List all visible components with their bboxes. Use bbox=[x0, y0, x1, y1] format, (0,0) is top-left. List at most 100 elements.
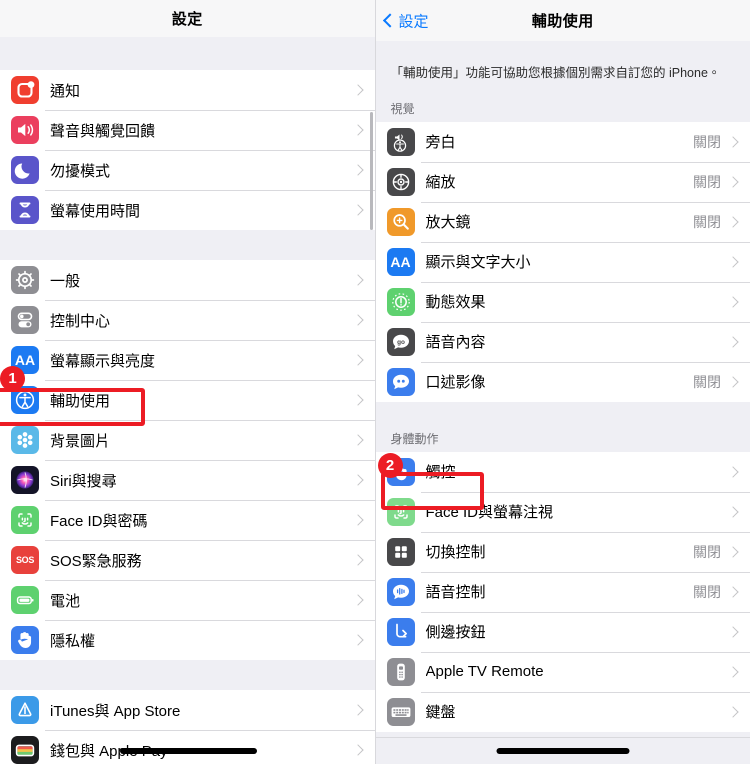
sidebar-item-battery[interactable]: 電池 bbox=[0, 580, 375, 620]
chevron-right-icon bbox=[351, 394, 364, 406]
display-text-size-icon: AA bbox=[386, 247, 415, 276]
wallpaper-icon bbox=[11, 426, 39, 454]
face-id-attention-icon bbox=[386, 497, 415, 526]
sidebar-item-label: 輔助使用 bbox=[50, 392, 111, 410]
sidebar-item-label: 背景圖片 bbox=[50, 432, 111, 450]
sidebar-item-do-not-disturb[interactable]: 勿擾模式 bbox=[0, 150, 375, 190]
list-item-label: 語音內容 bbox=[425, 334, 486, 352]
sidebar-item-privacy[interactable]: 隱私權 bbox=[0, 620, 375, 660]
group-separator bbox=[0, 230, 375, 260]
list-item-voice-control[interactable]: 語音控制 關閉 bbox=[375, 571, 750, 612]
chevron-right-icon bbox=[727, 546, 739, 558]
accessibility-description: 「輔助使用」功能可協助您根據個別需求自訂您的 iPhone。 bbox=[375, 41, 750, 94]
list-item-audio-descriptions[interactable]: 口述影像 關閉 bbox=[375, 361, 750, 402]
chevron-right-icon bbox=[727, 296, 739, 308]
list-item-side-button[interactable]: 側邊按鈕 bbox=[375, 611, 750, 652]
chevron-right-icon bbox=[351, 204, 364, 216]
magnifier-icon bbox=[386, 207, 415, 236]
settings-screen: 設定 通知 聲音與觸覺回饋 勿擾模式 螢幕使用時間 一般 控制中心 AA 螢幕顯… bbox=[0, 0, 376, 764]
sidebar-item-control-center[interactable]: 控制中心 bbox=[0, 300, 375, 340]
list-item-display-text-size[interactable]: AA 顯示與文字大小 bbox=[375, 241, 750, 282]
list-item-value: 關閉 bbox=[693, 173, 721, 190]
spoken-content-icon: go bbox=[386, 327, 415, 356]
list-item-label: 顯示與文字大小 bbox=[425, 254, 531, 272]
scroll-indicator[interactable] bbox=[370, 112, 373, 230]
list-item-motion[interactable]: 動態效果 bbox=[375, 281, 750, 322]
list-item-magnifier[interactable]: 放大鏡 關閉 bbox=[375, 201, 750, 242]
voice-control-icon bbox=[386, 577, 415, 606]
list-item-apple-tv-remote[interactable]: Apple TV Remote bbox=[375, 651, 750, 692]
list-item-label: 縮放 bbox=[425, 174, 456, 192]
chevron-right-icon bbox=[351, 744, 364, 756]
list-item-value: 關閉 bbox=[693, 373, 721, 390]
list-item-label: 切換控制 bbox=[425, 544, 486, 562]
accessibility-list[interactable]: 「輔助使用」功能可協助您根據個別需求自訂您的 iPhone。 視覺 旁白 關閉 … bbox=[375, 41, 750, 764]
settings-group-1: 通知 聲音與觸覺回饋 勿擾模式 螢幕使用時間 bbox=[0, 70, 375, 230]
list-item-value: 關閉 bbox=[693, 213, 721, 230]
notifications-icon bbox=[11, 76, 39, 104]
sidebar-item-siri-search[interactable]: Siri與搜尋 bbox=[0, 460, 375, 500]
sidebar-item-general[interactable]: 一般 bbox=[0, 260, 375, 300]
list-item-face-id-attention[interactable]: Face ID與螢幕注視 bbox=[375, 491, 750, 532]
list-item-value: 關閉 bbox=[693, 133, 721, 150]
audio-descriptions-icon bbox=[386, 367, 415, 396]
list-item-switch-control[interactable]: 切換控制 關閉 bbox=[375, 531, 750, 572]
sidebar-item-wallpaper[interactable]: 背景圖片 bbox=[0, 420, 375, 460]
sidebar-item-label: iTunes與 App Store bbox=[50, 702, 181, 720]
sidebar-item-screen-time[interactable]: 螢幕使用時間 bbox=[0, 190, 375, 230]
chevron-right-icon bbox=[727, 376, 739, 388]
chevron-right-icon bbox=[351, 354, 364, 366]
wallet-icon bbox=[11, 736, 39, 764]
accessibility-navbar: 設定 輔助使用 bbox=[375, 0, 750, 42]
group-separator bbox=[0, 660, 375, 690]
sidebar-item-emergency-sos[interactable]: SOS SOS緊急服務 bbox=[0, 540, 375, 580]
sidebar-item-wallet-apple-pay[interactable]: 錢包與 Apple Pay bbox=[0, 730, 375, 764]
sounds-haptics-icon bbox=[11, 116, 39, 144]
physical-motor-group: 觸控 Face ID與螢幕注視 切換控制 關閉 語音控制 關閉 側邊按鈕 App… bbox=[375, 451, 750, 732]
sidebar-item-label: 隱私權 bbox=[50, 632, 96, 650]
step-badge-1: 1 bbox=[0, 366, 25, 391]
face-id-icon bbox=[11, 506, 39, 534]
settings-navbar: 設定 bbox=[0, 0, 375, 38]
sidebar-item-display-brightness[interactable]: AA 螢幕顯示與亮度 bbox=[0, 340, 375, 380]
apple-tv-remote-icon bbox=[386, 657, 415, 686]
chevron-right-icon bbox=[727, 216, 739, 228]
list-item-label: 動態效果 bbox=[425, 294, 486, 312]
privacy-hand-icon bbox=[11, 626, 39, 654]
siri-search-icon bbox=[11, 466, 39, 494]
list-item-zoom[interactable]: 縮放 關閉 bbox=[375, 161, 750, 202]
sidebar-item-label: 勿擾模式 bbox=[50, 162, 111, 180]
sidebar-item-notifications[interactable]: 通知 bbox=[0, 70, 375, 110]
list-item-voiceover[interactable]: 旁白 關閉 bbox=[375, 121, 750, 162]
settings-list[interactable]: 通知 聲音與觸覺回饋 勿擾模式 螢幕使用時間 一般 控制中心 AA 螢幕顯示與亮… bbox=[0, 37, 375, 764]
chevron-right-icon bbox=[351, 274, 364, 286]
chevron-right-icon bbox=[351, 554, 364, 566]
list-item-label: Face ID與螢幕注視 bbox=[425, 504, 554, 522]
list-top-gap bbox=[0, 37, 375, 70]
control-center-icon bbox=[11, 306, 39, 334]
sidebar-item-label: SOS緊急服務 bbox=[50, 552, 142, 570]
vision-group: 旁白 關閉 縮放 關閉 放大鏡 關閉 AA 顯示與文字大小 動態效果 go 語音… bbox=[375, 121, 750, 402]
back-button[interactable]: 設定 bbox=[382, 10, 429, 31]
list-item-spoken-content[interactable]: go 語音內容 bbox=[375, 321, 750, 362]
emergency-sos-icon: SOS bbox=[11, 546, 39, 574]
list-item-label: 側邊按鈕 bbox=[425, 624, 486, 642]
list-item-touch[interactable]: 觸控 bbox=[375, 451, 750, 492]
section-header-vision: 視覺 bbox=[375, 93, 750, 122]
list-item-keyboard[interactable]: 鍵盤 bbox=[375, 691, 750, 732]
sidebar-item-accessibility[interactable]: 輔助使用 bbox=[0, 380, 375, 420]
settings-group-2: 一般 控制中心 AA 螢幕顯示與亮度 輔助使用 背景圖片 Siri與搜尋 Fac… bbox=[0, 260, 375, 660]
zoom-icon bbox=[386, 167, 415, 196]
chevron-right-icon bbox=[351, 594, 364, 606]
sidebar-item-sounds-haptics[interactable]: 聲音與觸覺回饋 bbox=[0, 110, 375, 150]
chevron-right-icon bbox=[351, 314, 364, 326]
chevron-left-icon bbox=[382, 13, 397, 28]
step-badge-2: 2 bbox=[377, 453, 403, 478]
list-item-value: 關閉 bbox=[693, 543, 721, 560]
voiceover-icon bbox=[386, 127, 415, 156]
dual-screenshot-container: 設定 通知 聲音與觸覺回饋 勿擾模式 螢幕使用時間 一般 控制中心 AA 螢幕顯… bbox=[0, 0, 750, 764]
screen-time-icon bbox=[11, 196, 39, 224]
sidebar-item-face-id-passcode[interactable]: Face ID與密碼 bbox=[0, 500, 375, 540]
list-item-label: 鍵盤 bbox=[425, 704, 456, 722]
sidebar-item-itunes-app-store[interactable]: iTunes與 App Store bbox=[0, 690, 375, 730]
